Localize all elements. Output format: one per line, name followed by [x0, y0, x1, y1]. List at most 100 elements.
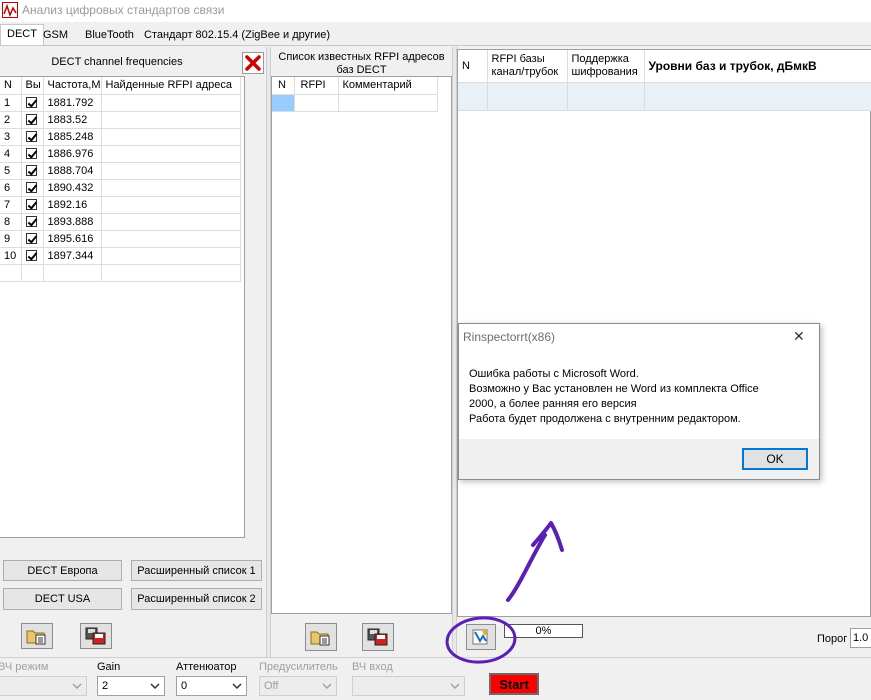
- row-found-rfpi: [101, 247, 241, 265]
- rfpi-open-button[interactable]: [305, 623, 337, 651]
- table-row[interactable]: 9 1895.616: [0, 230, 241, 248]
- rfpi-panel-title: Список известных RFPI адресов баз DECT: [271, 51, 452, 77]
- levels-col-encryption: Поддержка шифрования: [567, 50, 645, 83]
- levels-col-rfpi-line-2: канал/трубок: [491, 65, 559, 78]
- dect-usa-button[interactable]: DECT USA: [3, 588, 122, 610]
- rf-input-select[interactable]: [352, 676, 465, 696]
- save-disk-icon: [367, 628, 388, 646]
- row-select-checkbox[interactable]: [21, 213, 44, 231]
- table-row[interactable]: 4 1886.976: [0, 145, 241, 163]
- table-row[interactable]: 2 1883.52: [0, 111, 241, 129]
- tab-bluetooth[interactable]: BlueTooth: [78, 25, 141, 45]
- row-found-rfpi: [101, 94, 241, 112]
- open-folder-icon: [26, 630, 46, 645]
- dect-europe-button[interactable]: DECT Европа: [3, 560, 122, 581]
- levels-cell[interactable]: [458, 82, 488, 111]
- freq-panel-title: DECT channel frequencies: [51, 56, 183, 68]
- open-folder-icon: [310, 631, 330, 646]
- checkbox-checked-icon[interactable]: [25, 182, 37, 194]
- rfpi-selected-cell[interactable]: [272, 94, 295, 112]
- table-row[interactable]: 6 1890.432: [0, 179, 241, 197]
- open-file-button[interactable]: [21, 623, 53, 649]
- checkbox-checked-icon[interactable]: [25, 233, 37, 245]
- empty-cell: [101, 264, 241, 282]
- row-found-rfpi: [101, 230, 241, 248]
- checkbox-checked-icon[interactable]: [25, 199, 37, 211]
- table-row[interactable]: 10 1897.344: [0, 247, 241, 265]
- checkbox-checked-icon[interactable]: [25, 114, 37, 126]
- chevron-down-icon: [232, 683, 242, 690]
- chevron-down-icon: [450, 683, 460, 690]
- levels-cell[interactable]: [487, 82, 568, 111]
- tab-gsm[interactable]: GSM: [36, 25, 75, 45]
- row-number: 6: [0, 179, 22, 197]
- rfpi-col-n: N: [272, 77, 295, 95]
- chevron-down-icon: [150, 683, 160, 690]
- row-select-checkbox[interactable]: [21, 128, 44, 146]
- save-file-button[interactable]: [80, 623, 112, 649]
- table-row[interactable]: 8 1893.888: [0, 213, 241, 231]
- progress-bar: 0%: [504, 624, 583, 638]
- table-row-empty[interactable]: [0, 264, 241, 282]
- checkbox-checked-icon[interactable]: [25, 97, 37, 109]
- col-header-found-rfpi: Найденные RFPI адреса: [101, 77, 241, 95]
- ok-button[interactable]: OK: [742, 448, 808, 470]
- levels-cell[interactable]: [567, 82, 645, 111]
- row-select-checkbox[interactable]: [21, 247, 44, 265]
- rfpi-grid-frame: N RFPI Комментарий: [271, 76, 452, 614]
- table-row[interactable]: 3 1885.248: [0, 128, 241, 146]
- row-found-rfpi: [101, 196, 241, 214]
- row-number: 7: [0, 196, 22, 214]
- row-number: 10: [0, 247, 22, 265]
- rfpi-save-button[interactable]: [362, 623, 394, 651]
- dialog-close-icon[interactable]: ✕: [793, 328, 805, 345]
- rfpi-table-row[interactable]: [272, 94, 438, 112]
- levels-col-enc-line-2: шифрования: [571, 65, 638, 78]
- row-select-checkbox[interactable]: [21, 196, 44, 214]
- dialog-message-line: Возможно у Вас установлен не Word из ком…: [469, 383, 759, 395]
- row-select-checkbox[interactable]: [21, 111, 44, 129]
- levels-table: N RFPI базы канал/трубок Поддержка шифро…: [458, 50, 871, 111]
- tab-zigbee[interactable]: Стандарт 802.15.4 (ZigBee и другие): [137, 25, 337, 45]
- checkbox-checked-icon[interactable]: [25, 148, 37, 160]
- row-select-checkbox[interactable]: [21, 179, 44, 197]
- row-select-checkbox[interactable]: [21, 145, 44, 163]
- gain-select[interactable]: 2: [97, 676, 165, 696]
- row-frequency: 1881.792: [43, 94, 102, 112]
- table-row[interactable]: 1 1881.792: [0, 94, 241, 112]
- row-frequency: 1886.976: [43, 145, 102, 163]
- extended-list-1-button[interactable]: Расширенный список 1: [131, 560, 262, 581]
- row-found-rfpi: [101, 162, 241, 180]
- chevron-down-icon: [72, 683, 82, 690]
- levels-col-n: N: [458, 50, 488, 83]
- rfpi-cell[interactable]: [338, 94, 438, 112]
- row-found-rfpi: [101, 145, 241, 163]
- table-row[interactable]: 5 1888.704: [0, 162, 241, 180]
- clear-button[interactable]: [242, 52, 264, 74]
- row-select-checkbox[interactable]: [21, 162, 44, 180]
- levels-cell[interactable]: [644, 82, 871, 111]
- empty-cell: [43, 264, 102, 282]
- rfpi-cell[interactable]: [294, 94, 339, 112]
- preamp-select[interactable]: Off: [259, 676, 337, 696]
- dialog-footer: OK: [459, 439, 819, 479]
- row-select-checkbox[interactable]: [21, 230, 44, 248]
- table-row[interactable]: 7 1892.16: [0, 196, 241, 214]
- word-report-button[interactable]: [466, 624, 496, 650]
- start-button[interactable]: Start: [489, 673, 539, 695]
- checkbox-checked-icon[interactable]: [25, 216, 37, 228]
- checkbox-checked-icon[interactable]: [25, 250, 37, 262]
- attenuator-value: 0: [181, 680, 188, 692]
- threshold-input[interactable]: 1.0: [850, 628, 871, 648]
- row-select-checkbox[interactable]: [21, 94, 44, 112]
- rf-mode-select[interactable]: [0, 676, 87, 696]
- extended-list-2-button[interactable]: Расширенный список 2: [131, 588, 262, 610]
- row-frequency: 1897.344: [43, 247, 102, 265]
- dialog-message-line: Работа будет продолжена с внутренним ред…: [469, 413, 741, 425]
- levels-col-rfpi: RFPI базы канал/трубок: [487, 50, 568, 83]
- checkbox-checked-icon[interactable]: [25, 165, 37, 177]
- checkbox-checked-icon[interactable]: [25, 131, 37, 143]
- preamp-value: Off: [264, 680, 279, 692]
- levels-table-row[interactable]: [458, 82, 871, 111]
- attenuator-select[interactable]: 0: [176, 676, 247, 696]
